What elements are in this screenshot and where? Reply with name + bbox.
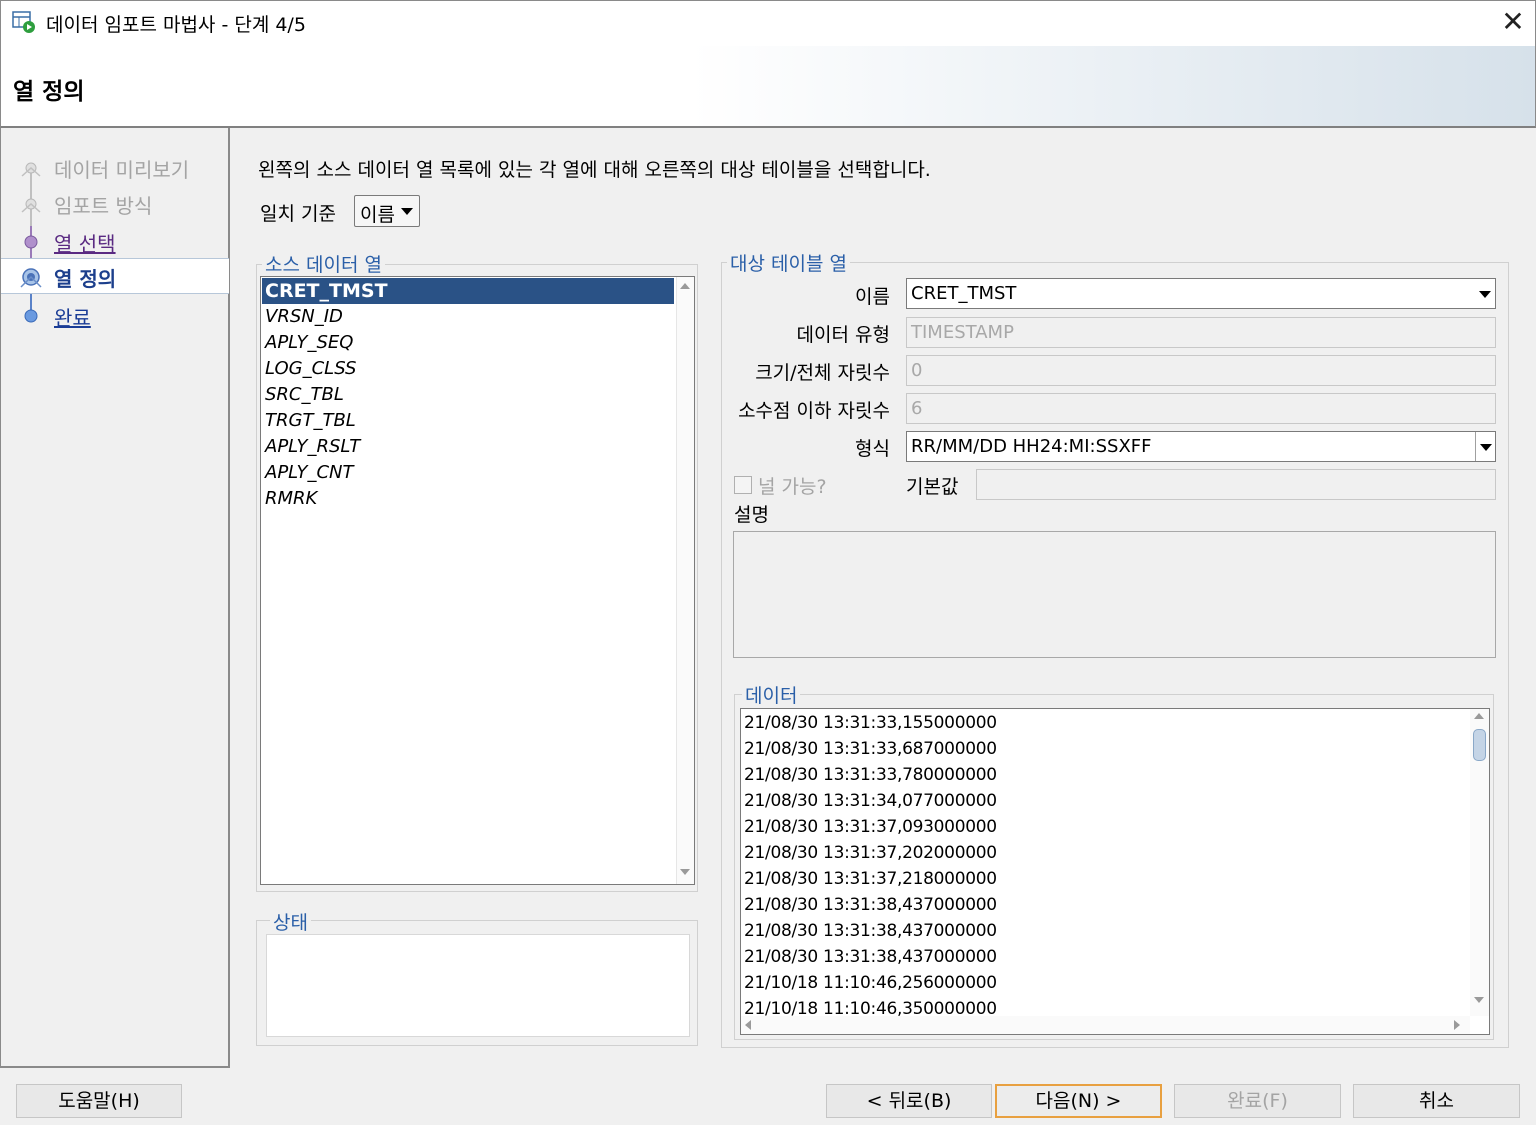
step-current-icon — [20, 268, 42, 288]
source-columns-legend: 소스 데이터 열 — [262, 250, 385, 277]
list-item[interactable]: RMRK — [262, 486, 674, 512]
list-item[interactable]: SRC_TBL — [262, 382, 674, 408]
step-pending-icon — [24, 309, 38, 323]
step-column-select[interactable]: 열 선택 — [1, 224, 229, 260]
step-import-method: 임포트 방식 — [1, 186, 229, 222]
list-item: 21/08/30 13:31:38,437000000 — [744, 947, 997, 967]
step-label: 임포트 방식 — [54, 194, 153, 218]
source-list-scrollbar[interactable] — [676, 277, 694, 884]
size-precision-value: 0 — [911, 360, 923, 381]
target-name-select[interactable]: CRET_TMST — [906, 278, 1496, 309]
step-label[interactable]: 완료 — [54, 302, 91, 331]
wizard-steps-panel: 데이터 미리보기 임포트 방식 열 선택 열 정의 완료 — [0, 128, 230, 1068]
status-area — [266, 934, 690, 1037]
status-legend: 상태 — [270, 908, 311, 935]
scale-field: 6 — [906, 393, 1496, 424]
size-precision-label: 크기/전체 자릿수 — [755, 362, 890, 384]
list-item: 21/08/30 13:31:34,077000000 — [744, 791, 997, 811]
size-precision-field: 0 — [906, 355, 1496, 386]
chevron-down-icon — [1479, 291, 1491, 298]
match-by-label: 일치 기준 — [260, 203, 336, 225]
help-button[interactable]: 도움말(H) — [16, 1084, 182, 1118]
list-item[interactable]: TRGT_TBL — [262, 408, 674, 434]
scroll-right-icon[interactable] — [1454, 1020, 1460, 1030]
data-type-field: TIMESTAMP — [906, 317, 1496, 348]
format-dropdown-button[interactable] — [1475, 432, 1495, 461]
list-item[interactable]: LOG_CLSS — [262, 356, 674, 382]
list-item: 21/08/30 13:31:33,155000000 — [744, 713, 997, 733]
list-item: 21/08/30 13:31:37,093000000 — [744, 817, 997, 837]
next-button[interactable]: 다음(N) > — [995, 1084, 1162, 1118]
page-title: 열 정의 — [13, 79, 85, 105]
list-item: 21/08/30 13:31:33,780000000 — [744, 765, 997, 785]
scale-value: 6 — [911, 398, 923, 419]
finish-button: 완료(F) — [1174, 1084, 1341, 1118]
data-vertical-scrollbar[interactable] — [1470, 709, 1489, 1016]
source-columns-list[interactable]: CRET_TMST VRSN_ID APLY_SEQ LOG_CLSS SRC_… — [260, 276, 695, 885]
list-item: 21/08/30 13:31:38,437000000 — [744, 895, 997, 915]
target-columns-legend: 대상 테이블 열 — [727, 249, 850, 276]
list-item: 21/10/18 11:10:46,256000000 — [744, 973, 997, 993]
app-icon — [12, 11, 35, 33]
scroll-thumb[interactable] — [1473, 729, 1486, 761]
format-value[interactable]: RR/MM/DD HH24:MI:SSXFF — [911, 436, 1151, 457]
match-by-select[interactable]: 이름 — [354, 195, 420, 227]
data-legend: 데이터 — [742, 681, 801, 708]
list-item: 21/08/30 13:31:38,437000000 — [744, 921, 997, 941]
format-combobox[interactable]: RR/MM/DD HH24:MI:SSXFF — [906, 431, 1496, 462]
list-item: 21/08/30 13:31:33,687000000 — [744, 739, 997, 759]
close-icon[interactable]: ✕ — [1496, 4, 1530, 40]
scroll-up-icon[interactable] — [680, 283, 690, 289]
step-label[interactable]: 열 선택 — [54, 228, 116, 257]
list-item[interactable]: APLY_SEQ — [262, 330, 674, 356]
window-title: 데이터 임포트 마법사 - 단계 4/5 — [46, 14, 306, 36]
step-column-define: 열 정의 — [1, 258, 229, 294]
format-label: 형식 — [855, 438, 890, 460]
back-button[interactable]: < 뒤로(B) — [826, 1084, 992, 1118]
nullable-label: 널 가능? — [758, 476, 827, 498]
default-value-label: 기본값 — [906, 476, 959, 498]
list-item[interactable]: VRSN_ID — [262, 304, 674, 330]
step-done-icon — [21, 198, 41, 213]
page-header: 열 정의 — [0, 46, 1536, 128]
list-item: 21/08/30 13:31:37,202000000 — [744, 843, 997, 863]
data-horizontal-scrollbar[interactable] — [741, 1016, 1470, 1034]
scroll-up-icon[interactable] — [1474, 713, 1484, 719]
step-label: 데이터 미리보기 — [54, 158, 190, 182]
chevron-down-icon — [401, 208, 413, 215]
list-item[interactable]: APLY_RSLT — [262, 434, 674, 460]
description-field — [733, 531, 1496, 658]
scale-label: 소수점 이하 자릿수 — [738, 400, 890, 422]
step-label: 열 정의 — [54, 267, 117, 291]
list-item: 21/08/30 13:31:37,218000000 — [744, 869, 997, 889]
step-done-icon — [21, 162, 41, 177]
step-data-preview: 데이터 미리보기 — [1, 150, 229, 186]
scroll-down-icon[interactable] — [1474, 997, 1484, 1003]
data-type-value: TIMESTAMP — [911, 322, 1014, 343]
step-visited-icon — [24, 235, 38, 249]
target-name-value: CRET_TMST — [911, 283, 1017, 304]
match-by-value: 이름 — [360, 204, 395, 226]
nullable-checkbox[interactable] — [734, 476, 752, 494]
scroll-down-icon[interactable] — [680, 869, 690, 875]
list-item[interactable]: APLY_CNT — [262, 460, 674, 486]
data-type-label: 데이터 유형 — [796, 324, 890, 346]
step-finish[interactable]: 완료 — [1, 298, 229, 334]
instruction-text: 왼쪽의 소스 데이터 열 목록에 있는 각 열에 대해 오른쪽의 대상 테이블을… — [258, 159, 931, 181]
target-name-label: 이름 — [855, 286, 890, 308]
scroll-left-icon[interactable] — [745, 1020, 751, 1030]
cancel-button[interactable]: 취소 — [1353, 1084, 1520, 1118]
default-value-field — [976, 469, 1496, 500]
data-preview-list[interactable]: 21/08/30 13:31:33,155000000 21/08/30 13:… — [740, 708, 1490, 1035]
list-item[interactable]: CRET_TMST — [262, 278, 674, 304]
description-label: 설명 — [734, 504, 769, 526]
chevron-down-icon — [1480, 444, 1492, 451]
